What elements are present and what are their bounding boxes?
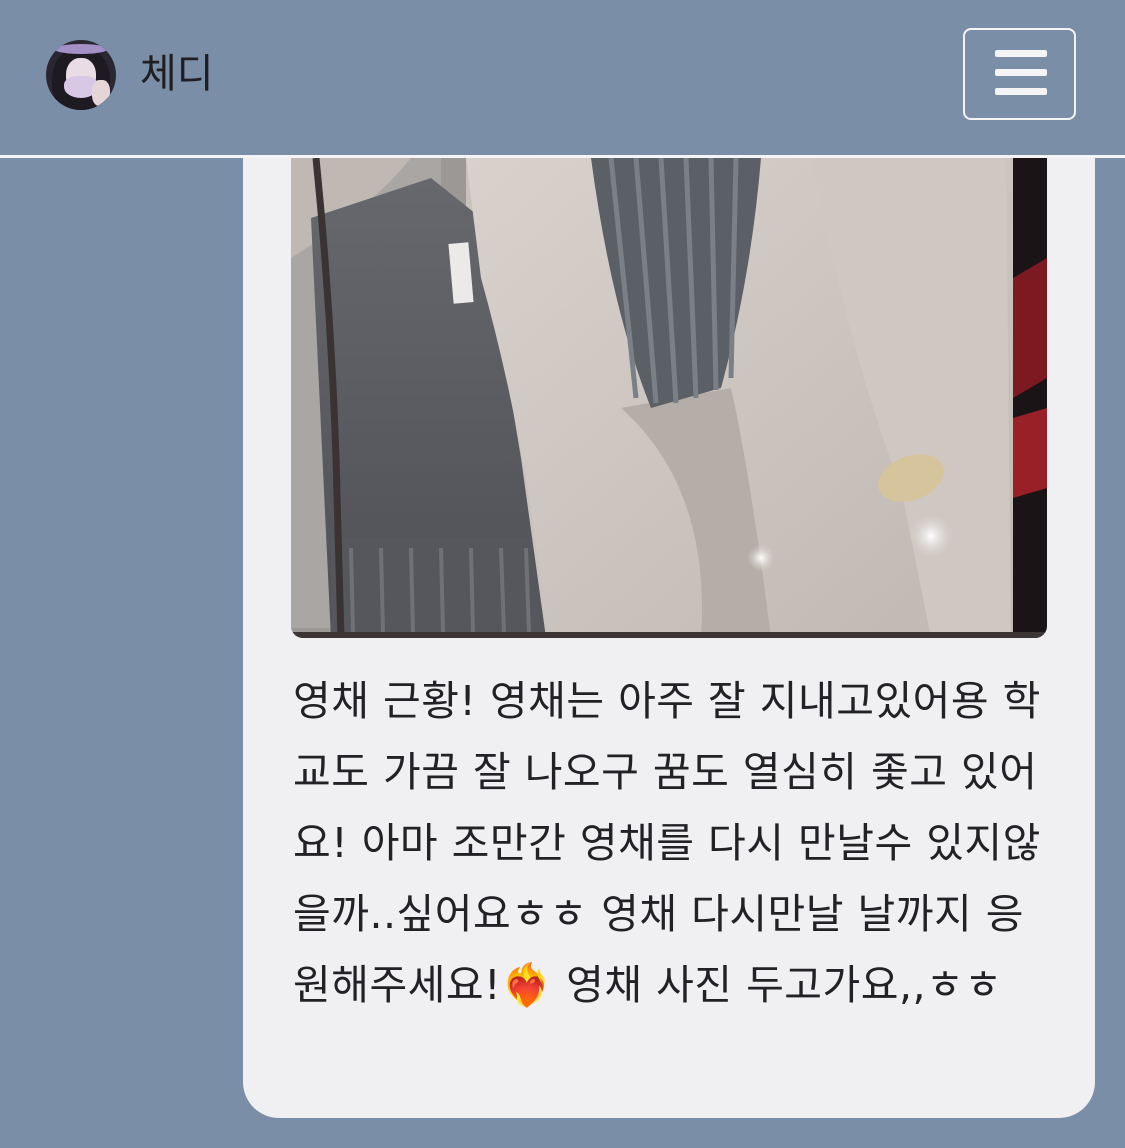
photo-image: [291, 158, 1047, 638]
menu-bar-top: [995, 50, 1047, 57]
menu-bar-middle: [995, 69, 1047, 76]
avatar-hand: [92, 80, 110, 106]
avatar-hairband: [54, 44, 108, 54]
profile-avatar[interactable]: [46, 40, 116, 110]
profile-name[interactable]: 체디: [140, 46, 214, 102]
top-bar: 체디: [0, 0, 1125, 158]
menu-bar-bottom: [995, 88, 1047, 95]
message-bubble: 영채 근황! 영채는 아주 잘 지내고있어용 학교도 가끔 잘 나오구 꿈도 열…: [243, 158, 1095, 1118]
hamburger-menu-icon[interactable]: [963, 28, 1076, 120]
attached-photo[interactable]: [291, 158, 1047, 638]
message-text: 영채 근황! 영채는 아주 잘 지내고있어용 학교도 가끔 잘 나오구 꿈도 열…: [293, 677, 1041, 1009]
